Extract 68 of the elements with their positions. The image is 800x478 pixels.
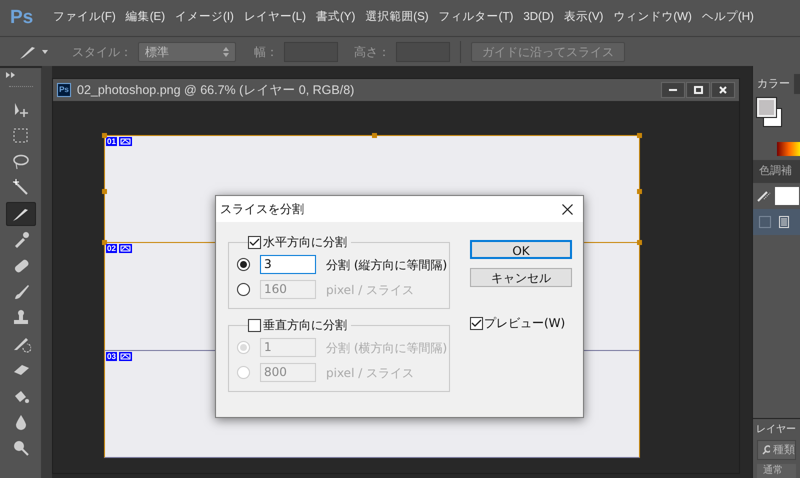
image-icon bbox=[118, 137, 132, 146]
adjustments-panel-tab[interactable]: 色調補 bbox=[753, 160, 800, 182]
ps-file-icon: Ps bbox=[57, 83, 71, 97]
preset-thumbnail[interactable] bbox=[775, 186, 799, 204]
minimize-icon bbox=[669, 89, 677, 91]
document-icon bbox=[779, 216, 789, 228]
maximize-icon bbox=[694, 86, 702, 94]
slice-number: 03 bbox=[106, 352, 117, 361]
minimize-button[interactable] bbox=[661, 82, 685, 98]
blend-mode-dropdown[interactable]: 通常 bbox=[757, 464, 796, 478]
cancel-button[interactable]: キャンセル bbox=[470, 268, 572, 287]
image-icon bbox=[118, 352, 132, 361]
menu-item[interactable]: ヘルプ(H) bbox=[696, 9, 759, 27]
width-label: 幅： bbox=[254, 44, 278, 60]
slice-handle[interactable] bbox=[102, 133, 107, 138]
color-panel-tab[interactable]: カラー bbox=[753, 74, 794, 94]
radio-button[interactable] bbox=[237, 258, 250, 271]
unit-label: 分割 (縦方向に等間隔) bbox=[326, 256, 448, 274]
menu-item[interactable]: ウィンドウ(W) bbox=[608, 9, 697, 27]
close-button[interactable] bbox=[711, 82, 735, 98]
layer-filter-field[interactable]: 種類 bbox=[757, 440, 796, 460]
foreground-color-swatch[interactable] bbox=[757, 98, 776, 117]
image-icon bbox=[118, 244, 132, 254]
lasso-icon[interactable] bbox=[10, 152, 30, 172]
document-title: 02_photoshop.png @ 66.7% (レイヤー 0, RGB/8) bbox=[77, 82, 354, 99]
menu-item[interactable]: 書式(Y) bbox=[310, 9, 360, 27]
close-icon bbox=[719, 86, 727, 94]
ok-button[interactable]: OK bbox=[470, 240, 572, 259]
slice-handle[interactable] bbox=[637, 133, 642, 138]
menu-item[interactable]: 3D(D) bbox=[518, 9, 559, 27]
spinner-icon bbox=[223, 46, 229, 56]
menu-item[interactable]: 選択範囲(S) bbox=[360, 9, 434, 27]
style-dropdown[interactable]: 標準 bbox=[138, 42, 236, 62]
caret-icon[interactable] bbox=[42, 50, 48, 54]
app-logo: Ps bbox=[9, 6, 34, 30]
color-ramp[interactable] bbox=[777, 142, 800, 156]
menu-item[interactable]: フィルター(T) bbox=[434, 9, 518, 27]
checkbox[interactable] bbox=[470, 316, 483, 330]
menu-item[interactable]: イメージ(I) bbox=[170, 9, 239, 27]
menu-item[interactable]: 編集(E) bbox=[120, 9, 170, 27]
checkbox[interactable] bbox=[248, 236, 261, 248]
unit-label: 分割 (横方向に等間隔) bbox=[326, 340, 448, 356]
expand-icon[interactable] bbox=[6, 72, 16, 78]
slice-handle[interactable] bbox=[637, 240, 642, 246]
checkbox-icon[interactable] bbox=[759, 216, 771, 228]
unit-label: pixel / スライス bbox=[326, 364, 414, 382]
slice-number: 01 bbox=[106, 137, 117, 146]
menu-item[interactable]: レイヤー(L) bbox=[238, 9, 311, 27]
close-icon[interactable] bbox=[562, 204, 573, 214]
height-label: 高さ： bbox=[354, 44, 390, 60]
slice-handle[interactable] bbox=[372, 133, 377, 138]
slice-number: 02 bbox=[106, 244, 117, 254]
slice-handle[interactable] bbox=[102, 189, 107, 194]
checkbox[interactable] bbox=[248, 318, 261, 332]
menu-item[interactable]: ファイル(F) bbox=[48, 9, 121, 27]
adjustment-row[interactable] bbox=[753, 208, 800, 234]
number-field[interactable]: 3 bbox=[260, 255, 316, 274]
slice-handle[interactable] bbox=[102, 240, 107, 246]
brush-wand-icon[interactable] bbox=[757, 190, 771, 202]
radio-button[interactable] bbox=[237, 283, 250, 296]
checkbox-label[interactable]: プレビュー(W) bbox=[484, 314, 566, 332]
menu-item[interactable]: 表示(V) bbox=[559, 9, 608, 27]
slice-handle[interactable] bbox=[637, 189, 642, 194]
maximize-button[interactable] bbox=[686, 82, 710, 98]
dialog-title: スライスを分割 bbox=[220, 201, 304, 218]
style-label: スタイル： bbox=[72, 44, 132, 60]
unit-label: pixel / スライス bbox=[326, 282, 414, 298]
search-icon bbox=[762, 445, 770, 455]
